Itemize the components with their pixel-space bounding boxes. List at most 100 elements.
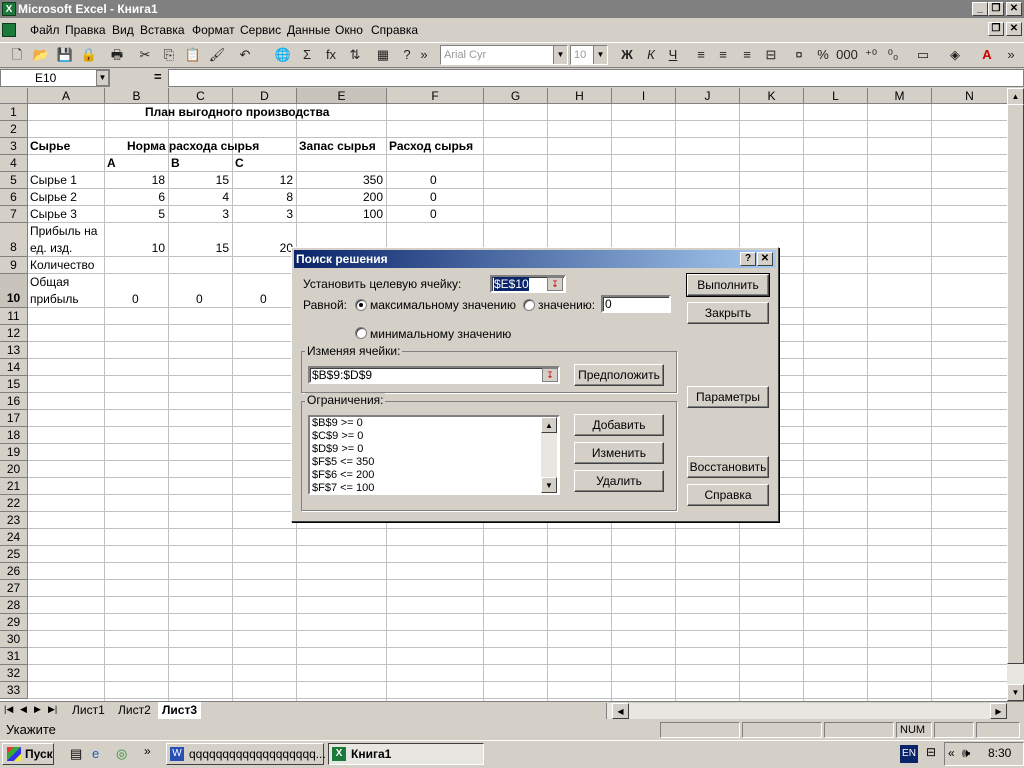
col-header[interactable]: D bbox=[233, 88, 297, 104]
print-icon[interactable]: 🖶 bbox=[106, 44, 128, 66]
merge-icon[interactable]: ⊟ bbox=[760, 44, 782, 66]
close-button[interactable]: ✕ bbox=[1006, 2, 1022, 16]
close-icon[interactable]: ✕ bbox=[757, 252, 773, 266]
increase-decimal-icon[interactable]: ⁺⁰ bbox=[860, 44, 882, 66]
currency-icon[interactable]: ¤ bbox=[788, 44, 810, 66]
name-box[interactable]: E10 bbox=[0, 69, 110, 87]
thousands-icon[interactable]: 000 bbox=[836, 44, 858, 66]
language-indicator[interactable]: EN bbox=[900, 745, 918, 763]
solve-button[interactable]: Выполнить bbox=[686, 273, 770, 297]
row-header[interactable]: 10 bbox=[0, 274, 28, 308]
col-header[interactable]: C bbox=[169, 88, 233, 104]
decrease-decimal-icon[interactable]: ⁰₀ bbox=[882, 44, 904, 66]
row-header[interactable]: 20 bbox=[0, 461, 28, 478]
row-header[interactable]: 9 bbox=[0, 257, 28, 274]
row-header[interactable]: 19 bbox=[0, 444, 28, 461]
menu-format[interactable]: Формат bbox=[192, 20, 235, 40]
row-header[interactable]: 6 bbox=[0, 189, 28, 206]
ie-icon[interactable]: e bbox=[92, 746, 108, 762]
function-icon[interactable]: fx bbox=[320, 44, 342, 66]
list-item[interactable]: $C$9 >= 0 bbox=[312, 430, 558, 443]
media-icon[interactable]: ◎ bbox=[116, 746, 132, 762]
paste-icon[interactable]: 📋 bbox=[182, 44, 204, 66]
underline-icon[interactable]: Ч bbox=[662, 44, 684, 66]
row-header[interactable]: 12 bbox=[0, 325, 28, 342]
borders-icon[interactable]: ▭ bbox=[912, 44, 934, 66]
last-sheet-icon[interactable]: ▶| bbox=[48, 704, 57, 715]
row-header[interactable]: 24 bbox=[0, 529, 28, 546]
list-item[interactable]: $F$7 <= 100 bbox=[312, 482, 558, 493]
row-header[interactable]: 22 bbox=[0, 495, 28, 512]
row-header[interactable]: 21 bbox=[0, 478, 28, 495]
bold-icon[interactable]: Ж bbox=[616, 44, 638, 66]
row-header[interactable]: 13 bbox=[0, 342, 28, 359]
italic-icon[interactable]: К bbox=[640, 44, 662, 66]
first-sheet-icon[interactable]: |◀ bbox=[4, 704, 13, 715]
volume-icon[interactable]: 🕪 bbox=[962, 745, 970, 761]
sort-icon[interactable]: ⇅ bbox=[344, 44, 366, 66]
col-header[interactable]: J bbox=[676, 88, 740, 104]
close-button[interactable]: Закрыть bbox=[687, 302, 769, 324]
col-header[interactable]: G bbox=[484, 88, 548, 104]
restore-button[interactable]: ❐ bbox=[988, 2, 1004, 16]
tray-expand-icon[interactable]: « bbox=[948, 746, 955, 760]
col-header[interactable]: A bbox=[28, 88, 105, 104]
cut-icon[interactable]: ✂ bbox=[134, 44, 156, 66]
row-header[interactable]: 16 bbox=[0, 393, 28, 410]
row-header[interactable]: 33 bbox=[0, 682, 28, 699]
row-header[interactable]: 11 bbox=[0, 308, 28, 325]
list-item[interactable]: $F$6 <= 200 bbox=[312, 469, 558, 482]
row-header[interactable]: 14 bbox=[0, 359, 28, 376]
col-header[interactable]: N bbox=[932, 88, 1007, 104]
menu-window[interactable]: Окно bbox=[335, 20, 363, 40]
help-icon[interactable]: ? bbox=[396, 44, 418, 66]
menu-file[interactable]: Файл bbox=[30, 20, 60, 40]
tab-sheet3[interactable]: Лист3 bbox=[158, 702, 202, 719]
format-painter-icon[interactable]: 🖌 bbox=[206, 44, 228, 66]
menu-data[interactable]: Данные bbox=[287, 20, 330, 40]
tab-sheet2[interactable]: Лист2 bbox=[114, 702, 155, 719]
menu-tools[interactable]: Сервис bbox=[240, 20, 281, 40]
workbook-icon[interactable] bbox=[2, 23, 16, 37]
row-header[interactable]: 26 bbox=[0, 563, 28, 580]
help-icon[interactable]: ? bbox=[740, 252, 756, 266]
chevron-down-icon[interactable]: ▼ bbox=[96, 70, 109, 86]
font-combo[interactable]: Arial Cyr ▼ bbox=[440, 45, 568, 65]
row-header[interactable]: 28 bbox=[0, 597, 28, 614]
font-color-icon[interactable]: A bbox=[976, 44, 998, 66]
row-header[interactable]: 8 bbox=[0, 223, 28, 257]
list-item[interactable]: $F$5 <= 350 bbox=[312, 456, 558, 469]
delete-constraint-button[interactable]: Удалить bbox=[574, 470, 664, 492]
row-header[interactable]: 1 bbox=[0, 104, 28, 121]
options-button[interactable]: Параметры bbox=[687, 386, 769, 408]
scroll-down-icon[interactable]: ▼ bbox=[1007, 684, 1024, 701]
radio-value[interactable] bbox=[523, 299, 535, 311]
formula-input[interactable] bbox=[168, 69, 1024, 87]
scroll-left-icon[interactable]: ◀ bbox=[612, 703, 629, 719]
row-header[interactable]: 3 bbox=[0, 138, 28, 155]
hyperlink-icon[interactable]: 🌐 bbox=[272, 44, 294, 66]
row-header[interactable]: 4 bbox=[0, 155, 28, 172]
minimize-button[interactable]: _ bbox=[972, 2, 988, 16]
col-header[interactable]: H bbox=[548, 88, 612, 104]
more-icon[interactable]: » bbox=[1004, 44, 1018, 66]
row-header[interactable]: 31 bbox=[0, 648, 28, 665]
collapse-dialog-icon[interactable]: ↧ bbox=[542, 368, 558, 382]
drawing-icon[interactable]: ▦ bbox=[372, 44, 394, 66]
row-header[interactable]: 2 bbox=[0, 121, 28, 138]
doc-restore-button[interactable]: ❐ bbox=[988, 22, 1004, 36]
autosum-icon[interactable]: Σ bbox=[296, 44, 318, 66]
desktop-icon[interactable]: ▤ bbox=[70, 746, 86, 762]
row-header[interactable]: 17 bbox=[0, 410, 28, 427]
align-left-icon[interactable]: ≡ bbox=[690, 44, 712, 66]
collapse-dialog-icon[interactable]: ↧ bbox=[547, 277, 563, 291]
help-button[interactable]: Справка bbox=[687, 484, 769, 506]
scroll-up-icon[interactable]: ▲ bbox=[541, 417, 557, 433]
row-header[interactable]: 23 bbox=[0, 512, 28, 529]
taskbar-excel-window[interactable]: X Книга1 bbox=[328, 743, 484, 765]
font-size-combo[interactable]: 10 ▼ bbox=[570, 45, 608, 65]
fill-color-icon[interactable]: ◈ bbox=[944, 44, 966, 66]
list-item[interactable]: $D$9 >= 0 bbox=[312, 443, 558, 456]
start-button[interactable]: Пуск bbox=[2, 743, 54, 765]
next-sheet-icon[interactable]: ▶ bbox=[34, 704, 41, 715]
